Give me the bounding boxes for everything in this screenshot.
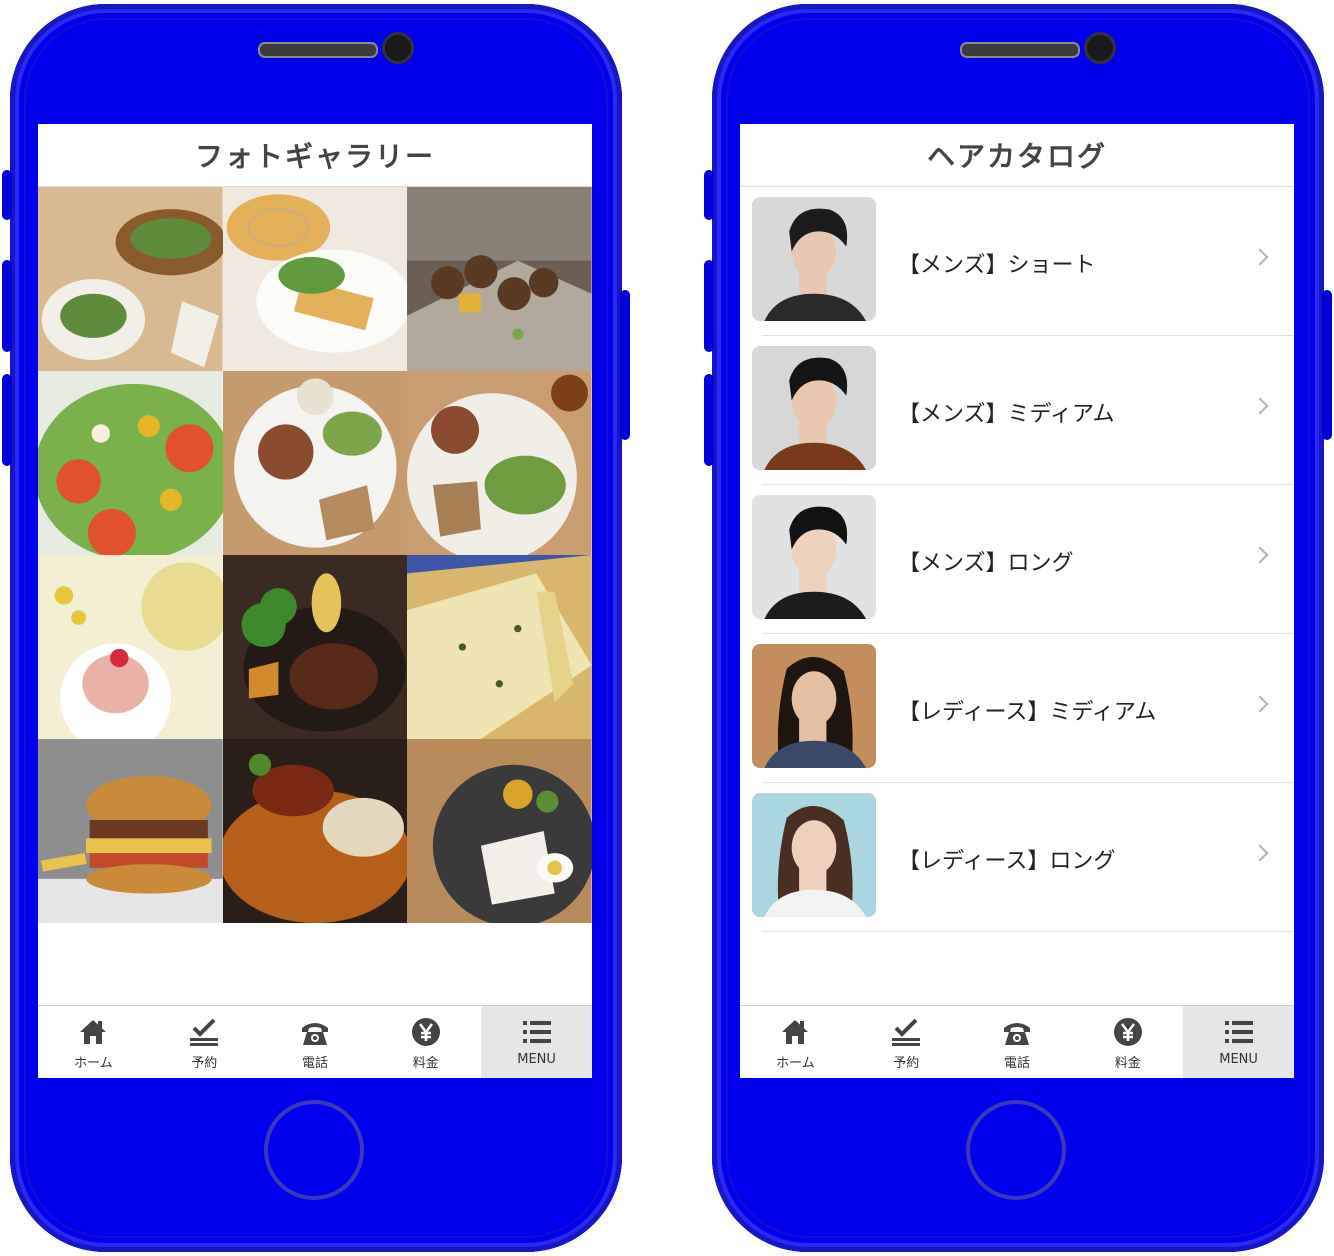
tab-yen[interactable]: 料金 [1072,1006,1183,1078]
home-icon [77,1016,109,1048]
tab-label: ホーム [74,1056,113,1071]
photo-burger-fries-image [38,739,223,923]
hairstyle-photo [752,346,876,470]
front-camera [382,32,414,64]
catalog-list-item[interactable]: 【メンズ】ショート [752,187,1294,336]
tab-label: 電話 [301,1056,328,1071]
menu-list-icon [1223,1016,1255,1048]
photo-curry-rice[interactable] [222,739,408,923]
right-phone-frame: ヘアカタログ 【メンズ】ショート 【メンズ】ミディアム 【メンズ】ロング 【レデ… [704,4,1332,1252]
tab-label: 電話 [1003,1056,1030,1071]
catalog-list-item[interactable]: 【レディース】ミディアム [752,634,1294,783]
hairstyle-photo [752,644,876,768]
catalog-item-label: 【レディース】ミディアム [898,700,1157,725]
tab-menu-list[interactable]: MENU [1183,1006,1294,1078]
photo-hamburg-plate-tea-image [407,371,592,555]
speaker-grille [258,42,378,58]
tab-label: 予約 [893,1056,920,1071]
tab-home[interactable]: ホーム [740,1006,851,1078]
checkmark-icon [890,1016,922,1048]
tab-label: 料金 [1114,1056,1141,1071]
photo-hamburg-plate-salad-image [222,371,408,555]
tab-checkmark[interactable]: 予約 [851,1006,962,1078]
yen-icon [410,1016,442,1048]
home-button[interactable] [264,1100,364,1200]
front-camera [1084,32,1116,64]
photo-hamburg-steak-skillet-image [222,555,408,739]
right-phone-screen: ヘアカタログ 【メンズ】ショート 【メンズ】ミディアム 【メンズ】ロング 【レデ… [740,124,1294,1078]
photo-cheese-pizza-image [407,555,592,739]
photo-hamburg-steak-skillet[interactable] [222,555,408,739]
hairstyle-photo [752,197,876,321]
catalog-item-label: 【メンズ】ミディアム [898,402,1115,427]
tab-telephone[interactable]: 電話 [962,1006,1073,1078]
silent-switch [2,170,12,220]
photo-kebab-skewers-image [407,187,592,371]
tab-checkmark[interactable]: 予約 [149,1006,260,1078]
photo-quiche-salad-plate[interactable] [222,187,408,371]
speaker-grille [960,42,1080,58]
photo-sandwich-salad-plate[interactable] [38,187,223,371]
tab-menu-list[interactable]: MENU [481,1006,592,1078]
photo-burger-fries[interactable] [38,739,223,923]
home-button[interactable] [966,1100,1066,1200]
volume-down-button [2,374,12,466]
silent-switch [704,170,714,220]
left-phone-screen: フォトギャラリー ホーム 予約 電話 料金 MENU [38,124,592,1078]
telephone-icon [1001,1016,1033,1048]
telephone-icon [299,1016,331,1048]
hair-catalog-list: 【メンズ】ショート 【メンズ】ミディアム 【メンズ】ロング 【レディース】ミディ… [740,187,1294,932]
checkmark-icon [188,1016,220,1048]
catalog-list-item[interactable]: 【メンズ】ミディアム [752,336,1294,485]
tab-label: MENU [517,1052,556,1067]
power-button [1322,290,1332,440]
photo-gallery-grid [38,187,592,923]
tab-yen[interactable]: 料金 [370,1006,481,1078]
volume-up-button [704,260,714,352]
photo-hamburg-plate-salad[interactable] [222,371,408,555]
bottom-tab-bar: ホーム 予約 電話 料金 MENU [38,1005,592,1078]
photo-quiche-salad-plate-image [222,187,408,371]
yen-icon [1112,1016,1144,1048]
catalog-list-item[interactable]: 【レディース】ロング [752,783,1294,932]
tab-label: 料金 [412,1056,439,1071]
photo-sandwich-salad-plate-image [38,187,223,371]
home-icon [779,1016,811,1048]
bottom-tab-bar: ホーム 予約 電話 料金 MENU [740,1005,1294,1078]
hairstyle-photo [752,495,876,619]
power-button [620,290,630,440]
tab-label: MENU [1219,1052,1258,1067]
photo-cupcake-tea[interactable] [38,555,223,739]
tab-label: 予約 [191,1056,218,1071]
chevron-right-icon [1251,397,1269,415]
photo-vegetable-salad-image [38,371,223,555]
chevron-right-icon [1251,695,1269,713]
photo-curry-rice-image [222,739,408,923]
photo-hamburg-plate-tea[interactable] [407,371,592,555]
tab-home[interactable]: ホーム [38,1006,149,1078]
chevron-right-icon [1251,844,1269,862]
volume-down-button [704,374,714,466]
photo-chicken-egg-bowl[interactable] [407,739,592,923]
hairstyle-photo [752,793,876,917]
photo-kebab-skewers[interactable] [407,187,592,371]
page-title: フォトギャラリー [38,124,592,187]
photo-chicken-egg-bowl-image [407,739,592,923]
menu-list-icon [521,1016,553,1048]
catalog-item-label: 【レディース】ロング [898,849,1116,874]
photo-cheese-pizza[interactable] [407,555,592,739]
chevron-right-icon [1251,546,1269,564]
catalog-item-label: 【メンズ】ショート [898,253,1096,278]
catalog-item-label: 【メンズ】ロング [898,551,1074,576]
catalog-list-item[interactable]: 【メンズ】ロング [752,485,1294,634]
tab-label: ホーム [776,1056,815,1071]
tab-telephone[interactable]: 電話 [260,1006,371,1078]
left-phone-frame: フォトギャラリー ホーム 予約 電話 料金 MENU [2,4,630,1252]
photo-vegetable-salad[interactable] [38,371,223,555]
chevron-right-icon [1251,248,1269,266]
photo-cupcake-tea-image [38,555,223,739]
volume-up-button [2,260,12,352]
page-title: ヘアカタログ [740,124,1294,187]
